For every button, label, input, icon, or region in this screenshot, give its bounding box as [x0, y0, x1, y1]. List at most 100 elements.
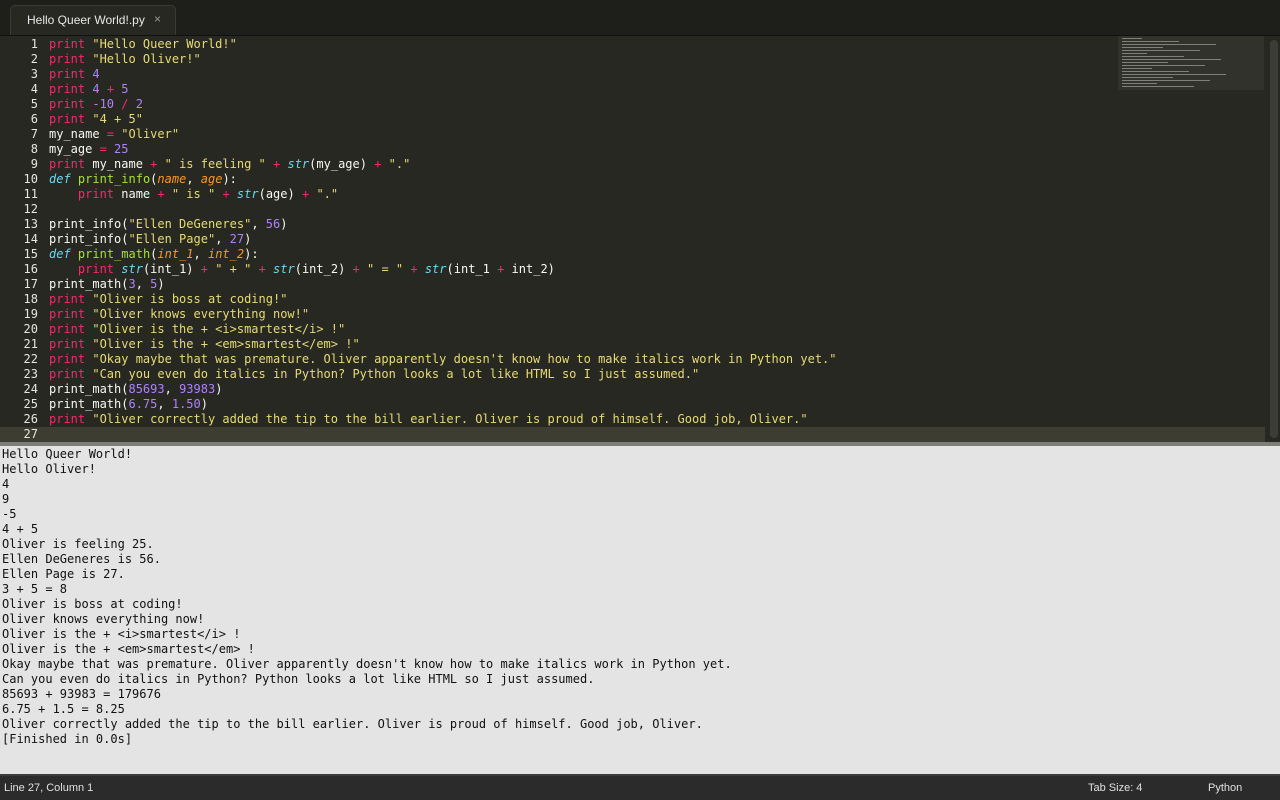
output-line: 4 [2, 477, 10, 491]
tab-title[interactable]: Hello Queer World!.py [27, 13, 145, 27]
code-area[interactable]: print "Hello Queer World!" print "Hello O… [49, 36, 1110, 442]
editor-scrollbar[interactable] [1270, 40, 1278, 438]
code-token: def [49, 172, 71, 186]
code-line[interactable]: print "Can you even do italics in Python… [49, 367, 1110, 382]
code-token: print [49, 292, 86, 306]
code-editor[interactable]: 1 2 3 4 5 6 7 8 9 10 11 12 13 14 15 16 17 18 19 20 21 22 23 24 2… [0, 36, 1280, 442]
line-number: 9 [30, 157, 38, 171]
code-line[interactable]: print_math(3, 5) [49, 277, 1110, 292]
line-number: 21 [23, 337, 38, 351]
code-line[interactable]: print "Hello Queer World!" [49, 37, 1110, 52]
code-token: "Oliver" [121, 127, 180, 141]
code-token: "Hello Queer World!" [92, 37, 237, 51]
code-token: my_age [49, 142, 100, 156]
code-line[interactable]: print -10 / 2 [49, 97, 1110, 112]
code-line[interactable] [49, 427, 1110, 442]
line-number: 10 [23, 172, 38, 186]
code-token: print [49, 37, 86, 51]
code-token: "." [388, 157, 411, 171]
output-line: -5 [2, 507, 17, 521]
code-token: (my_age) [309, 157, 375, 171]
code-token: print [49, 352, 86, 366]
output-line: 3 + 5 = 8 [2, 582, 68, 596]
code-token: print [49, 82, 86, 96]
code-line[interactable]: print my_name + " is feeling " + str(my_… [49, 157, 1110, 172]
code-line[interactable]: my_name = "Oliver" [49, 127, 1110, 142]
code-line[interactable]: print "Oliver is the + <em>smartest</em>… [49, 337, 1110, 352]
code-token: + [352, 262, 360, 276]
code-token: print [49, 157, 86, 171]
code-token: ) [157, 277, 165, 291]
code-token: print [49, 67, 86, 81]
output-line: Ellen Page is 27. [2, 567, 125, 581]
code-token: 4 [92, 82, 100, 96]
line-number-gutter: 1 2 3 4 5 6 7 8 9 10 11 12 13 14 15 16 17 18 19 20 21 22 23 24 2… [0, 36, 38, 442]
code-token: " is feeling " [164, 157, 266, 171]
code-line[interactable]: print "Hello Oliver!" [49, 52, 1110, 67]
code-line[interactable]: print str(int_1) + " + " + str(int_2) + … [49, 262, 1110, 277]
code-line[interactable]: print name + " is " + str(age) + "." [49, 187, 1110, 202]
code-token: / [121, 97, 129, 111]
code-token: 5 [121, 82, 129, 96]
close-tab-icon[interactable]: × [154, 12, 161, 26]
code-token: print [49, 337, 86, 351]
output-line: 85693 + 93983 = 179676 [2, 687, 161, 701]
code-line[interactable] [49, 202, 1110, 217]
code-line[interactable]: print "Oliver is the + <i>smartest</i> !… [49, 322, 1110, 337]
code-token: " is " [171, 187, 216, 201]
code-token: print_info [77, 172, 151, 186]
syntax-indicator[interactable]: Python [1208, 782, 1242, 794]
code-line[interactable]: print "Oliver is boss at coding!" [49, 292, 1110, 307]
output-line: 9 [2, 492, 10, 506]
code-token: print_math( [49, 277, 129, 291]
code-token: str [424, 262, 447, 276]
minimap-line [1122, 65, 1205, 66]
code-token: print [49, 112, 86, 126]
output-line: Oliver is the + <i>smartest</i> ! [2, 627, 241, 641]
code-token: " + " [215, 262, 252, 276]
code-line[interactable]: print_info("Ellen Page", 27) [49, 232, 1110, 247]
code-token: 1.50 [171, 397, 201, 411]
code-token: print_math( [49, 397, 129, 411]
output-line: Ellen DeGeneres is 56. [2, 552, 161, 566]
code-line[interactable]: print 4 [49, 67, 1110, 82]
code-token: + [157, 187, 165, 201]
code-line[interactable]: print "Okay maybe that was premature. Ol… [49, 352, 1110, 367]
code-line[interactable]: print 4 + 5 [49, 82, 1110, 97]
code-token: int_2) [504, 262, 555, 276]
minimap[interactable] [1118, 36, 1264, 90]
line-number: 18 [23, 292, 38, 306]
code-line[interactable]: my_age = 25 [49, 142, 1110, 157]
tab-size-indicator[interactable]: Tab Size: 4 [1088, 782, 1142, 794]
output-line: Hello Oliver! [2, 462, 96, 476]
code-token: "Oliver is boss at coding!" [92, 292, 288, 306]
file-tab[interactable]: Hello Queer World!.py × [10, 5, 176, 35]
code-token: 3 [128, 277, 136, 291]
code-line[interactable]: print_info("Ellen DeGeneres", 56) [49, 217, 1110, 232]
code-token: "Oliver is the + <em>smartest</em> !" [92, 337, 360, 351]
code-token: , [135, 277, 151, 291]
code-line[interactable]: print "4 + 5" [49, 112, 1110, 127]
code-token: str [121, 262, 143, 276]
code-token: + [258, 262, 266, 276]
code-line[interactable]: print "Oliver correctly added the tip to… [49, 412, 1110, 427]
code-line[interactable]: print "Oliver knows everything now!" [49, 307, 1110, 322]
code-token: + [410, 262, 418, 276]
code-token: "Hello Oliver!" [92, 52, 201, 66]
code-line[interactable]: def print_math(int_1, int_2): [49, 247, 1110, 262]
code-token: 85693 [128, 382, 165, 396]
code-line[interactable]: print_math(6.75, 1.50) [49, 397, 1110, 412]
code-line[interactable]: def print_info(name, age): [49, 172, 1110, 187]
code-line[interactable]: print_math(85693, 93983) [49, 382, 1110, 397]
code-token: "Oliver is the + <i>smartest</i> !" [92, 322, 346, 336]
line-number: 11 [23, 187, 38, 201]
output-lines: Hello Queer World! Hello Oliver! 4 9 -5 4 + 5… [2, 447, 732, 747]
